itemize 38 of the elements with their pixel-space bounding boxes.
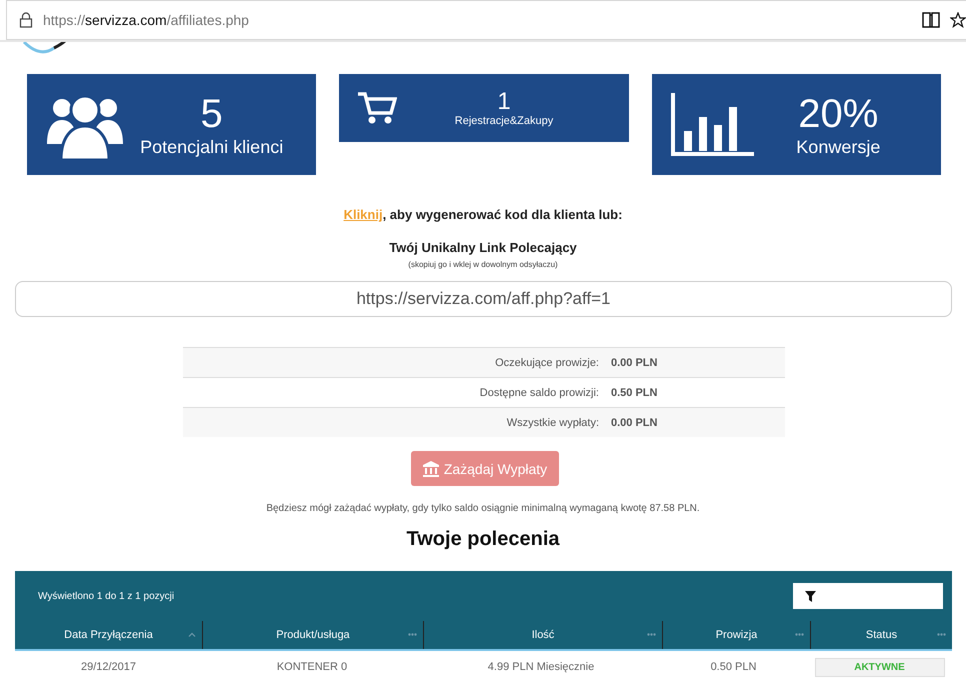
table-cell-text: KONTENER 0	[276, 661, 348, 673]
column-header[interactable]: Produkt/usługa	[203, 621, 424, 649]
cart-icon	[357, 91, 398, 125]
bank-icon	[422, 460, 439, 476]
table-cell-text: 29/12/2017	[80, 661, 138, 673]
referral-link-field[interactable]: https://servizza.com/aff.php?aff=1	[15, 281, 952, 317]
star-icon[interactable]	[950, 12, 966, 28]
column-header[interactable]: Data Przyłączenia	[15, 621, 203, 649]
balance-label: Wszystkie wypłaty:	[506, 416, 599, 428]
intro-text: Kliknij, aby wygenerować kod dla klienta lub:	[344, 207, 622, 222]
balance-value: 0.00 PLN	[611, 416, 658, 428]
stat-label: Konwersje	[796, 137, 880, 158]
balance-label: Oczekujące prowizje:	[494, 356, 599, 368]
table-cell-text: 4.99 PLN Miesięcznie	[486, 661, 596, 673]
balance-value: 0.50 PLN	[611, 386, 658, 398]
address-url[interactable]: https://servizza.com/affiliates.php	[43, 12, 249, 28]
status-badge: AKTYWNE	[814, 658, 944, 676]
stat-value: 5	[200, 91, 223, 137]
referral-hint: (skopiuj go i wklej w dowolnym odsyłaczu)	[407, 260, 559, 269]
filter-field[interactable]	[793, 583, 943, 609]
column-header[interactable]: Ilość	[424, 621, 663, 649]
column-header[interactable]: Status	[811, 621, 952, 649]
column-header[interactable]: Prowizja	[663, 621, 811, 649]
stat-value: 20%	[798, 91, 878, 137]
book-icon[interactable]	[922, 12, 940, 28]
table-info: Wyświetlono 1 do 1 z 1 pozycji	[38, 590, 174, 602]
balance-value: 0.00 PLN	[611, 356, 658, 368]
filter-icon	[805, 590, 816, 602]
bar-chart-icon	[670, 92, 754, 156]
balance-label: Dostępne saldo prowizji:	[478, 386, 599, 398]
stat-label: Potencjalni klienci	[140, 137, 284, 158]
stat-value: 1	[497, 89, 511, 115]
table-cell-text: 0.50 PLN	[710, 661, 758, 673]
lock-icon	[19, 12, 33, 28]
referral-title: Twój Unikalny Link Polecający	[388, 240, 578, 255]
section-title: Twoje polecenia	[406, 528, 561, 551]
withdraw-note: Będziesz mógł zażądać wypłaty, gdy tylko saldo osiągnie minimalną wymaganą kwotę 87.58 PLN.	[265, 503, 701, 514]
stat-label: Rejestracje&Zakupy	[454, 115, 554, 127]
